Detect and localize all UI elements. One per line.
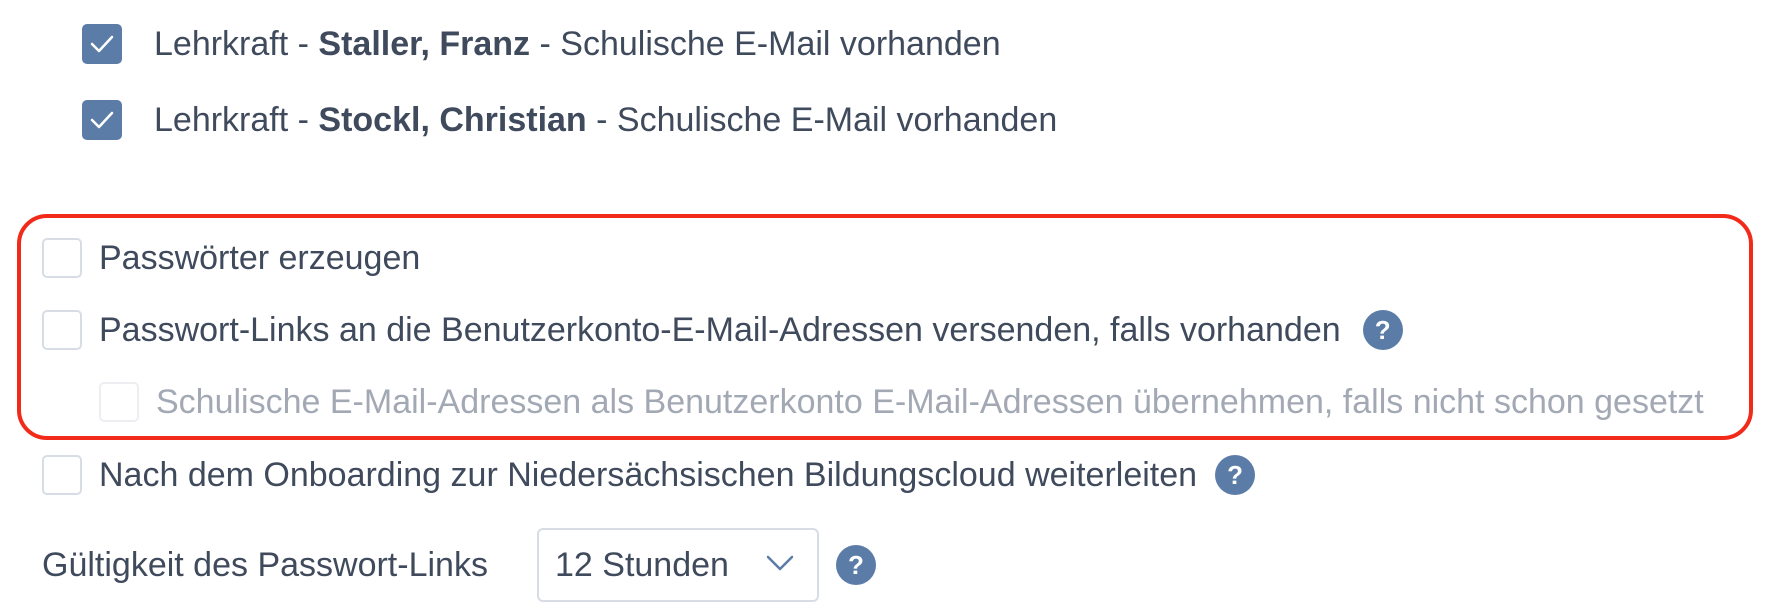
teacher-name: Staller, Franz bbox=[318, 24, 531, 63]
link-validity-value: 12 Stunden bbox=[555, 545, 729, 584]
adopt-school-emails-checkbox[interactable] bbox=[99, 382, 139, 422]
separator: - bbox=[586, 100, 617, 139]
adopt-school-emails-option: Schulische E-Mail-Adressen als Benutzerk… bbox=[99, 380, 1704, 424]
generate-passwords-option: Passwörter erzeugen bbox=[42, 236, 420, 280]
send-password-links-checkbox[interactable] bbox=[42, 310, 82, 350]
send-password-links-label: Passwort-Links an die Benutzerkonto-E-Ma… bbox=[99, 310, 1341, 349]
redirect-checkbox[interactable] bbox=[42, 455, 82, 495]
teacher-row: Lehrkraft - Staller, Franz - Schulische … bbox=[82, 22, 1001, 66]
teacher-status: Schulische E-Mail vorhanden bbox=[616, 100, 1058, 139]
send-password-links-option: Passwort-Links an die Benutzerkonto-E-Ma… bbox=[42, 308, 1403, 352]
teacher-row: Lehrkraft - Stockl, Christian - Schulisc… bbox=[82, 98, 1057, 142]
teacher-role: Lehrkraft bbox=[154, 100, 289, 139]
teacher-label: Lehrkraft - Stockl, Christian - Schulisc… bbox=[154, 101, 1057, 140]
link-validity-field: Gültigkeit des Passwort-Links bbox=[42, 543, 488, 587]
link-validity-help: ? bbox=[836, 545, 876, 585]
adopt-school-emails-label: Schulische E-Mail-Adressen als Benutzerk… bbox=[156, 382, 1704, 421]
checkmark-icon bbox=[90, 111, 114, 129]
separator: - bbox=[530, 24, 561, 63]
teacher-role: Lehrkraft bbox=[154, 24, 289, 63]
teacher-checkbox[interactable] bbox=[82, 24, 122, 64]
link-validity-select[interactable]: 12 Stunden bbox=[537, 528, 819, 602]
generate-passwords-label: Passwörter erzeugen bbox=[99, 238, 421, 277]
help-icon[interactable]: ? bbox=[1215, 455, 1256, 495]
teacher-status: Schulische E-Mail vorhanden bbox=[560, 24, 1001, 63]
generate-passwords-checkbox[interactable] bbox=[42, 238, 82, 278]
help-icon[interactable]: ? bbox=[1362, 310, 1403, 350]
redirect-label: Nach dem Onboarding zur Niedersächsische… bbox=[99, 455, 1198, 494]
teacher-label: Lehrkraft - Staller, Franz - Schulische … bbox=[154, 25, 1001, 64]
help-icon[interactable]: ? bbox=[836, 545, 876, 585]
separator: - bbox=[288, 100, 319, 139]
chevron-down-icon bbox=[766, 555, 794, 571]
redirect-option: Nach dem Onboarding zur Niedersächsische… bbox=[42, 453, 1256, 497]
teacher-name: Stockl, Christian bbox=[318, 100, 587, 139]
checkmark-icon bbox=[90, 35, 114, 53]
separator: - bbox=[288, 24, 319, 63]
link-validity-label: Gültigkeit des Passwort-Links bbox=[42, 545, 488, 584]
teacher-checkbox[interactable] bbox=[82, 100, 122, 140]
